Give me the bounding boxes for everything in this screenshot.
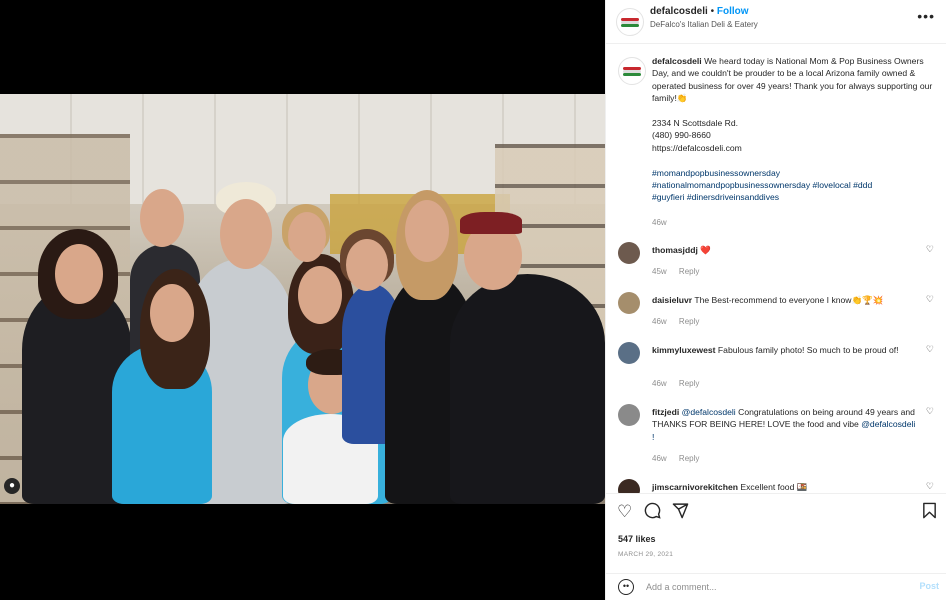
comment-meta: 45w Reply [652, 267, 709, 276]
post-photo[interactable] [0, 94, 605, 504]
caption-text: defalcosdeli We heard today is National … [652, 55, 942, 230]
comment-like-icon[interactable]: ♡ [926, 344, 934, 355]
comment-text: jimscarnivorekitchen Excellent food 🍱 [652, 481, 920, 493]
caption-website: https://defalcosdeli.com [652, 142, 742, 153]
caption-username[interactable]: defalcosdeli [652, 56, 702, 66]
hashtag-line[interactable]: #guyfieri #dinersdriveinsanddives [652, 192, 779, 202]
photo-person [450, 274, 605, 504]
commenter-username[interactable]: jimscarnivorekitchen [652, 482, 738, 492]
comment-body: The Best-recommend to everyone I know👏🏆💥 [694, 295, 884, 305]
caption-time[interactable]: 46w [652, 218, 667, 227]
photo-person-hair [460, 212, 522, 234]
commenter-avatar[interactable] [618, 479, 640, 493]
likes-count[interactable]: 547 likes [618, 534, 656, 544]
author-username[interactable]: defalcosdeli [650, 6, 708, 17]
comment-body: Fabulous family photo! So much to be pro… [717, 345, 899, 355]
comment-meta: 46w Reply [652, 379, 709, 388]
comment-time[interactable]: 46w [652, 454, 667, 463]
comment-time[interactable]: 46w [652, 379, 667, 388]
photo-person-head [140, 189, 184, 247]
commenter-username[interactable]: fitzjedi [652, 407, 679, 417]
comment-like-icon[interactable]: ♡ [926, 244, 934, 255]
author-line: defalcosdeli • Follow [650, 6, 749, 17]
post-media: ● [0, 0, 605, 600]
photo-person-head [55, 244, 103, 304]
photo-person-head [150, 284, 194, 342]
heart-icon[interactable]: ♡ [617, 502, 632, 522]
commenter-avatar[interactable] [618, 404, 640, 426]
comment-text: fitzjedi @defalcosdeli Congratulations o… [652, 406, 920, 443]
hashtag-line[interactable]: #momandpopbusinessownersday [652, 168, 780, 178]
commenter-avatar[interactable] [618, 242, 640, 264]
photo-person-head [298, 266, 342, 324]
commenter-avatar[interactable] [618, 292, 640, 314]
commenter-username[interactable]: daisieluvr [652, 295, 692, 305]
comment-meta: 46w Reply [652, 454, 709, 463]
caption-avatar[interactable] [618, 57, 646, 85]
follow-button[interactable]: Follow [717, 6, 749, 17]
comment-like-icon[interactable]: ♡ [926, 294, 934, 305]
more-options-icon[interactable]: ••• [917, 8, 935, 24]
comment-text: daisieluvr The Best-recommend to everyon… [652, 294, 920, 306]
caption-phone: (480) 990-8660 [652, 130, 711, 141]
comment-meta: 46w Reply [652, 317, 709, 326]
comment-icon[interactable] [644, 502, 661, 524]
logo-stripe-green [621, 24, 639, 27]
reply-button[interactable]: Reply [679, 317, 699, 326]
comment-time[interactable]: 45w [652, 267, 667, 276]
logo-stripe-green [623, 73, 641, 76]
mention-link[interactable]: @defalcosdeli [682, 407, 736, 417]
post-header: defalcosdeli • Follow DeFalco's Italian … [606, 0, 946, 44]
commenter-username[interactable]: thomasjddj [652, 245, 698, 255]
photo-person-head [220, 199, 272, 269]
comment-body: Excellent food 🍱 [740, 482, 808, 492]
separator-dot: • [710, 6, 715, 17]
comment-input[interactable] [646, 578, 896, 596]
comment-text: thomasjddj ❤️ [652, 244, 920, 256]
post-date: MARCH 29, 2021 [618, 551, 674, 558]
caption-address: 2334 N Scottsdale Rd. [652, 118, 738, 129]
photo-person-head [405, 200, 449, 262]
reply-button[interactable]: Reply [679, 379, 699, 388]
comment-like-icon[interactable]: ♡ [926, 406, 934, 417]
post-comment-button[interactable]: Post [919, 581, 939, 591]
post-location[interactable]: DeFalco's Italian Deli & Eatery [650, 20, 758, 29]
comment-like-icon[interactable]: ♡ [926, 481, 934, 492]
post-actions: ♡ 547 likes MARCH 29, 2021 [606, 493, 946, 573]
post-panel: defalcosdeli • Follow DeFalco's Italian … [605, 0, 946, 600]
commenter-username[interactable]: kimmyluxewest [652, 345, 716, 355]
commenter-avatar[interactable] [618, 342, 640, 364]
comment-body: ❤️ [700, 245, 711, 255]
reply-button[interactable]: Reply [679, 454, 699, 463]
hashtag-line[interactable]: #nationalmomandpopbusinessownersday #lov… [652, 180, 872, 190]
comment-text: kimmyluxewest Fabulous family photo! So … [652, 344, 920, 356]
add-comment-bar: •• Post [606, 573, 946, 600]
photo-person-head [346, 239, 388, 291]
emoji-icon[interactable]: •• [618, 579, 634, 595]
author-avatar[interactable] [616, 8, 644, 36]
comment-time[interactable]: 46w [652, 317, 667, 326]
comments-scroll[interactable]: defalcosdeli We heard today is National … [606, 45, 946, 493]
reply-button[interactable]: Reply [679, 267, 699, 276]
share-icon[interactable] [672, 502, 689, 524]
photo-person-head [288, 212, 326, 262]
bookmark-icon[interactable] [922, 502, 937, 524]
tagged-users-icon[interactable]: ● [4, 478, 20, 494]
